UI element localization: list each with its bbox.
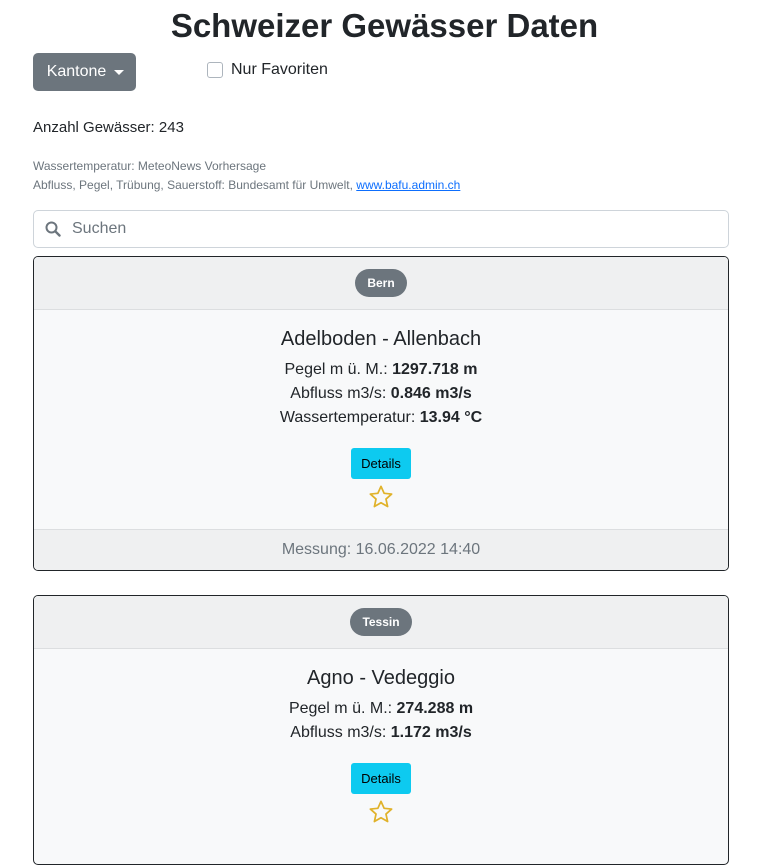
abfluss-row: Abfluss m3/s: 1.172 m3/s (34, 721, 728, 745)
favorites-label: Nur Favoriten (231, 61, 328, 78)
page-title: Schweizer Gewässer Daten (170, 7, 599, 44)
water-card: Bern Adelboden - Allenbach Pegel m ü. M.… (33, 256, 729, 571)
abfluss-label: Abfluss m3/s: (290, 385, 391, 402)
kantone-dropdown-button[interactable]: Kantone (33, 53, 136, 91)
canton-badge: Bern (355, 269, 407, 297)
source-temperature: Wassertemperatur: MeteoNews Vorhersage (33, 159, 266, 173)
temperature-label: Wassertemperatur: (279, 409, 420, 426)
location-title: Agno - Vedeggio (307, 667, 455, 689)
pegel-row: Pegel m ü. M.: 1297.718 m (34, 358, 728, 382)
details-button[interactable]: Details (351, 448, 411, 479)
source-bafu: Abfluss, Pegel, Trübung, Sauerstoff: Bun… (33, 176, 460, 195)
pegel-label: Pegel m ü. M.: (288, 700, 397, 717)
source-bafu-text: Abfluss, Pegel, Trübung, Sauerstoff: Bun… (33, 178, 357, 192)
card-body: Agno - Vedeggio Pegel m ü. M.: 274.288 m… (34, 649, 728, 825)
favorites-filter[interactable]: Nur Favoriten (207, 61, 328, 79)
card-header: Tessin (34, 596, 728, 649)
temperature-value: 13.94 °C (419, 409, 483, 426)
details-button[interactable]: Details (351, 763, 411, 794)
water-card: Tessin Agno - Vedeggio Pegel m ü. M.: 27… (33, 595, 729, 865)
bafu-link[interactable]: www.bafu.admin.ch (356, 178, 460, 192)
card-footer: Messung: 16.06.2022 14:40 (34, 529, 728, 570)
abfluss-value: 0.846 m3/s (390, 385, 472, 402)
canton-badge: Tessin (350, 608, 412, 636)
star-outline-icon[interactable] (368, 484, 394, 510)
water-count: Anzahl Gewässer: 243 (33, 119, 184, 136)
abfluss-label: Abfluss m3/s: (290, 724, 391, 741)
search-box[interactable] (33, 210, 729, 248)
favorites-checkbox[interactable] (207, 62, 223, 78)
pegel-value: 274.288 m (396, 700, 474, 717)
pegel-row: Pegel m ü. M.: 274.288 m (34, 697, 728, 721)
card-body: Adelboden - Allenbach Pegel m ü. M.: 129… (34, 310, 728, 529)
search-input[interactable] (72, 220, 672, 238)
abfluss-row: Abfluss m3/s: 0.846 m3/s (34, 382, 728, 406)
kantone-label: Kantone (46, 63, 107, 80)
star-outline-icon[interactable] (368, 799, 394, 825)
pegel-label: Pegel m ü. M.: (284, 361, 393, 378)
abfluss-value: 1.172 m3/s (390, 724, 472, 741)
temperature-row: Wassertemperatur: 13.94 °C (34, 406, 728, 430)
pegel-value: 1297.718 m (392, 361, 478, 378)
caret-down-icon (114, 70, 125, 75)
data-sources: Wassertemperatur: MeteoNews Vorhersage A… (33, 157, 460, 195)
card-header: Bern (34, 257, 728, 310)
location-title: Adelboden - Allenbach (280, 328, 482, 350)
search-icon (34, 221, 72, 237)
measurement-time: Messung: 16.06.2022 14:40 (281, 541, 481, 558)
